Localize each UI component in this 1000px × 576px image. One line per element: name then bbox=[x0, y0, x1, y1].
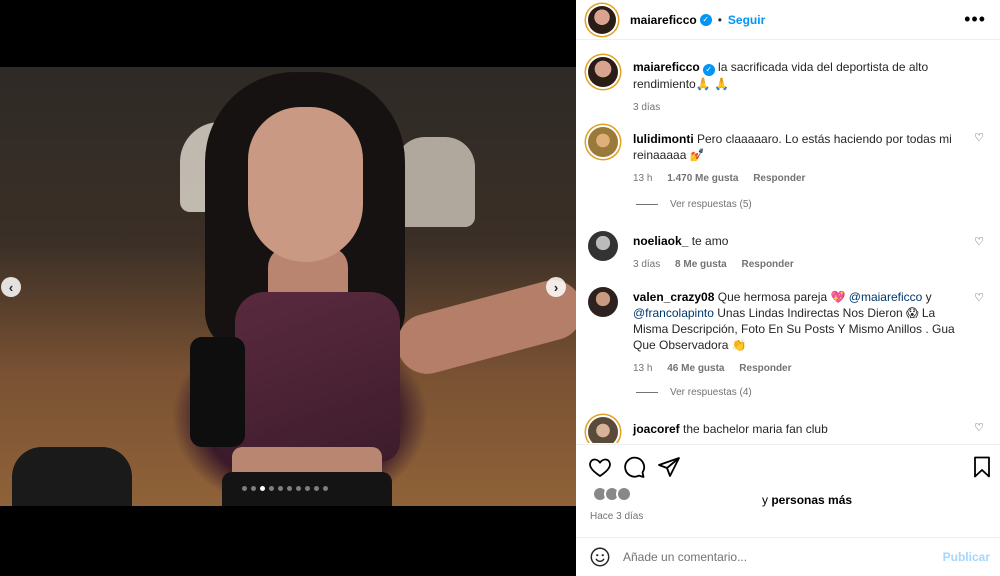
verified-icon: ✓ bbox=[699, 13, 712, 26]
carousel-dot bbox=[242, 486, 247, 491]
chair-shape bbox=[395, 137, 475, 227]
carousel-dot bbox=[287, 486, 292, 491]
liker-avatars bbox=[592, 486, 742, 502]
caption-username[interactable]: maiareficco bbox=[633, 60, 700, 74]
action-bar bbox=[576, 444, 1000, 488]
heart-icon[interactable] bbox=[588, 455, 612, 479]
comment-age: 3 días bbox=[633, 259, 661, 270]
carousel-dot bbox=[296, 486, 301, 491]
author-username[interactable]: maiareficco bbox=[630, 13, 697, 27]
bookmark-icon[interactable] bbox=[970, 455, 994, 479]
avatar[interactable] bbox=[588, 287, 618, 317]
heart-icon[interactable]: ♡ bbox=[974, 421, 984, 434]
carousel-dots bbox=[242, 486, 328, 491]
comment-likes[interactable]: 46 Me gusta bbox=[667, 363, 724, 374]
avatar[interactable] bbox=[588, 57, 618, 87]
chevron-left-icon[interactable]: ‹ bbox=[1, 277, 21, 297]
comment-text: Que hermosa pareja 💖 bbox=[717, 290, 846, 304]
likes-more: personas más bbox=[771, 493, 853, 507]
avatar[interactable] bbox=[588, 127, 618, 157]
carousel-dot bbox=[269, 486, 274, 491]
publish-button[interactable]: Publicar bbox=[943, 550, 990, 564]
comment-username[interactable]: lulidimonti bbox=[633, 132, 694, 146]
reply-button[interactable]: Responder bbox=[742, 259, 794, 270]
comment-likes[interactable]: 1.470 Me gusta bbox=[667, 173, 738, 184]
carousel-dot bbox=[278, 486, 283, 491]
carousel-dot bbox=[323, 486, 328, 491]
comment-age: 13 h bbox=[633, 363, 653, 374]
comment-age: 13 h bbox=[633, 173, 653, 184]
separator-dot: • bbox=[717, 12, 722, 27]
heart-icon[interactable]: ♡ bbox=[974, 131, 984, 144]
comment-input[interactable] bbox=[623, 550, 923, 564]
comment-text: te amo bbox=[691, 234, 729, 248]
view-replies-button[interactable]: Ver respuestas (5) bbox=[636, 199, 752, 210]
carousel-dot bbox=[251, 486, 256, 491]
avatar[interactable] bbox=[588, 417, 618, 443]
carousel-dot bbox=[305, 486, 310, 491]
add-comment-bar: Publicar bbox=[576, 537, 1000, 576]
reply-button[interactable]: Responder bbox=[753, 173, 805, 184]
bag-shape bbox=[190, 337, 245, 447]
more-options-icon[interactable]: ••• bbox=[964, 10, 986, 28]
share-icon[interactable] bbox=[657, 455, 681, 479]
comment-username[interactable]: valen_crazy08 bbox=[633, 290, 714, 304]
mention-link[interactable]: @maiareficco bbox=[849, 290, 923, 304]
comment-likes[interactable]: 8 Me gusta bbox=[675, 259, 727, 270]
comment-username[interactable]: noeliaok_ bbox=[633, 234, 688, 248]
emoji-icon[interactable] bbox=[589, 546, 611, 568]
comment-icon[interactable] bbox=[622, 455, 646, 479]
likes-suffix: y bbox=[762, 493, 768, 507]
post-date: Hace 3 días bbox=[590, 511, 644, 522]
avatar[interactable] bbox=[588, 5, 616, 34]
reply-button[interactable]: Responder bbox=[739, 363, 791, 374]
post-photo[interactable] bbox=[0, 67, 576, 506]
caption-age: 3 días bbox=[633, 102, 661, 113]
follow-button[interactable]: Seguir bbox=[728, 13, 765, 27]
comments-list[interactable]: maiareficco ✓ la sacrificada vida del dep… bbox=[576, 41, 1000, 443]
mention-link[interactable]: @francolapinto bbox=[633, 306, 714, 320]
heart-icon[interactable]: ♡ bbox=[974, 235, 984, 248]
chevron-right-icon[interactable]: › bbox=[546, 277, 566, 297]
carousel-dot bbox=[314, 486, 319, 491]
comment-text: the bachelor maria fan club bbox=[683, 422, 828, 436]
post-media: ‹ › bbox=[0, 0, 576, 576]
comment-username[interactable]: joacoref bbox=[633, 422, 680, 436]
view-replies-button[interactable]: Ver respuestas (4) bbox=[636, 387, 752, 398]
carousel-dot bbox=[260, 486, 265, 491]
floor-bag-shape bbox=[12, 447, 132, 506]
heart-icon[interactable]: ♡ bbox=[974, 291, 984, 304]
avatar[interactable] bbox=[588, 231, 618, 261]
verified-icon: ✓ bbox=[702, 64, 715, 76]
comment-text: y bbox=[925, 290, 932, 304]
face-shape bbox=[248, 107, 363, 262]
post-header: maiareficco ✓ • Seguir ••• bbox=[576, 0, 1000, 40]
top-shape bbox=[235, 292, 400, 462]
post-panel: maiareficco ✓ • Seguir ••• maiareficco ✓ … bbox=[576, 0, 1000, 576]
